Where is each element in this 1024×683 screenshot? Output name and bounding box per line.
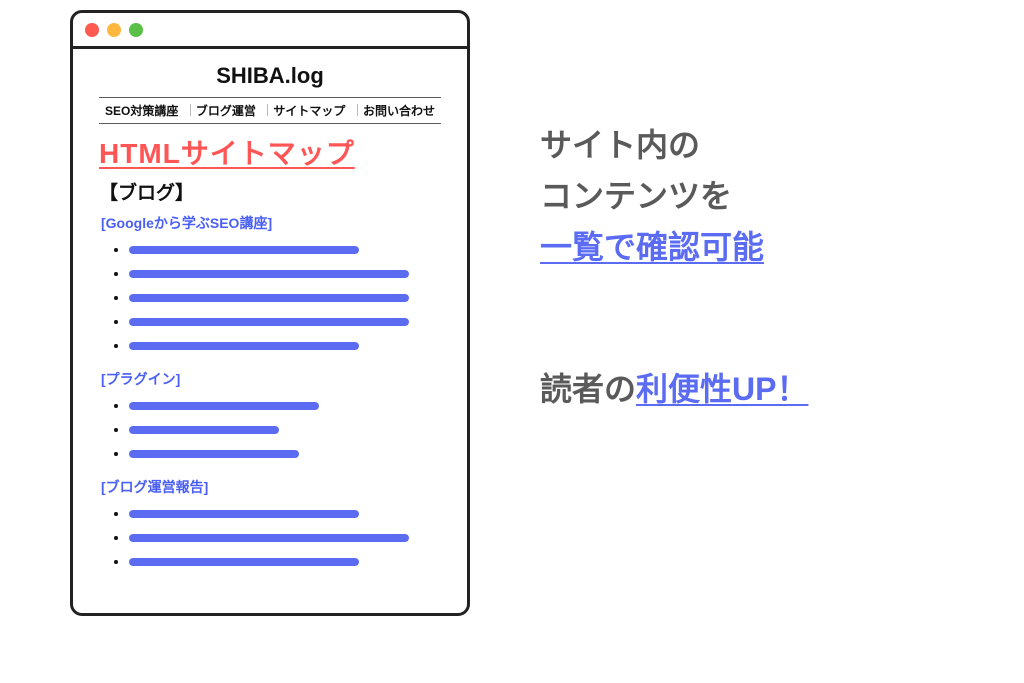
browser-titlebar	[73, 13, 467, 49]
caption-block-1: サイト内の コンテンツを 一覧で確認可能	[540, 120, 808, 274]
nav-bar: SEO対策講座 ブログ運営 サイトマップ お問い合わせ	[99, 97, 441, 124]
browser-frame-mockup: SHIBA.log SEO対策講座 ブログ運営 サイトマップ お問い合わせ HT…	[70, 10, 470, 616]
link-bar-icon	[129, 510, 359, 518]
subsection-report[interactable]: [ブログ運営報告]	[99, 477, 441, 497]
caption-line-4a: 読者の	[540, 371, 636, 407]
site-title: SHIBA.log	[99, 63, 441, 89]
link-bar-icon	[129, 318, 409, 326]
section-title-blog: 【ブログ】	[99, 178, 441, 205]
link-bar-icon	[129, 294, 409, 302]
caption-line-4b-highlight: 利便性UP！	[636, 371, 808, 407]
nav-item-blog[interactable]: ブログ運営	[192, 102, 260, 119]
list-item[interactable]	[129, 525, 441, 549]
link-bar-icon	[129, 246, 359, 254]
list-item[interactable]	[129, 501, 441, 525]
caption-line-1: サイト内の	[540, 127, 700, 163]
link-bar-icon	[129, 342, 359, 350]
close-icon	[85, 23, 99, 37]
link-list-report	[99, 501, 441, 573]
nav-item-contact[interactable]: お問い合わせ	[359, 102, 439, 119]
maximize-icon	[129, 23, 143, 37]
nav-item-seo[interactable]: SEO対策講座	[101, 102, 182, 119]
list-item[interactable]	[129, 393, 441, 417]
link-bar-icon	[129, 402, 319, 410]
caption-area: サイト内の コンテンツを 一覧で確認可能 読者の利便性UP！	[540, 10, 808, 415]
link-bar-icon	[129, 558, 359, 566]
list-item[interactable]	[129, 261, 441, 285]
link-bar-icon	[129, 270, 409, 278]
link-bar-icon	[129, 534, 409, 542]
list-item[interactable]	[129, 285, 441, 309]
list-item[interactable]	[129, 309, 441, 333]
link-bar-icon	[129, 426, 279, 434]
list-item[interactable]	[129, 441, 441, 465]
minimize-icon	[107, 23, 121, 37]
link-list-seo	[99, 237, 441, 357]
caption-line-3-highlight: 一覧で確認可能	[540, 229, 764, 265]
list-item[interactable]	[129, 417, 441, 441]
nav-item-sitemap[interactable]: サイトマップ	[269, 102, 349, 119]
page-heading: HTMLサイトマップ	[99, 132, 441, 172]
list-item[interactable]	[129, 549, 441, 573]
page-content: SHIBA.log SEO対策講座 ブログ運営 サイトマップ お問い合わせ HT…	[73, 49, 467, 613]
list-item[interactable]	[129, 333, 441, 357]
caption-line-2: コンテンツを	[540, 178, 732, 214]
link-bar-icon	[129, 450, 299, 458]
subsection-seo[interactable]: [Googleから学ぶSEO講座]	[99, 213, 441, 233]
caption-block-2: 読者の利便性UP！	[540, 364, 808, 415]
link-list-plugin	[99, 393, 441, 465]
subsection-plugin[interactable]: [プラグイン]	[99, 369, 441, 389]
list-item[interactable]	[129, 237, 441, 261]
